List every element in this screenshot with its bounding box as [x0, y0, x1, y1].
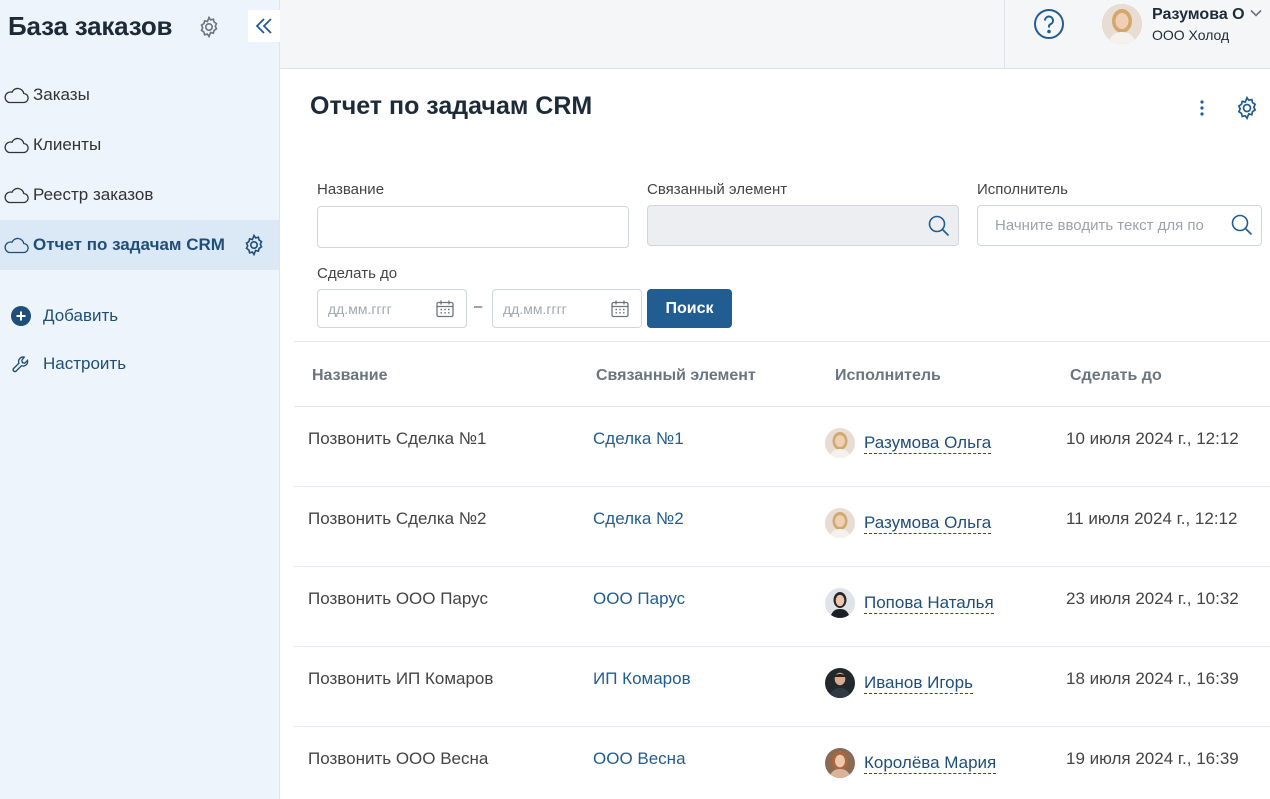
task-name[interactable]: Позвонить ООО Парус: [308, 589, 488, 609]
linked-filter-label: Связанный элемент: [647, 181, 788, 198]
avatar: [825, 588, 855, 618]
search-icon[interactable]: [1230, 213, 1254, 237]
assignee-link[interactable]: Иванов Игорь: [864, 673, 973, 694]
avatar: [825, 508, 855, 538]
avatar-image: [825, 748, 855, 778]
app-title: База заказов: [8, 11, 173, 41]
calendar-icon[interactable]: [610, 299, 630, 319]
chevron-down-icon[interactable]: [1249, 8, 1263, 18]
add-button[interactable]: Добавить: [0, 296, 279, 336]
task-name[interactable]: Позвонить ООО Весна: [308, 749, 488, 769]
user-company: ООО Холод: [1152, 27, 1230, 43]
search-button[interactable]: Поиск: [647, 289, 732, 328]
cloud-icon: [4, 137, 29, 154]
assignee-link[interactable]: Королёва Мария: [864, 753, 997, 774]
help-icon[interactable]: [1033, 8, 1065, 40]
gear-icon[interactable]: [1234, 95, 1260, 121]
column-header-assignee[interactable]: Исполнитель: [835, 367, 941, 385]
sidebar-item-order-registry[interactable]: Реестр заказов: [0, 170, 279, 220]
configure-label: Настроить: [43, 354, 127, 373]
task-name[interactable]: Позвонить ИП Комаров: [308, 669, 493, 689]
linked-element-link[interactable]: Сделка №1: [593, 429, 684, 449]
assignee-link[interactable]: Попова Наталья: [864, 593, 994, 614]
table-row[interactable]: Позвонить Сделка №2 Сделка №2 Разумова О…: [294, 487, 1270, 567]
avatar-image: [825, 428, 855, 458]
table-row[interactable]: Позвонить ИП Комаров ИП Комаров Иванов И…: [294, 647, 1270, 727]
table-row[interactable]: Позвонить Сделка №1 Сделка №1 Разумова О…: [294, 407, 1270, 487]
more-vertical-icon[interactable]: [1193, 96, 1211, 120]
user-avatar[interactable]: [1102, 4, 1142, 44]
sidebar-item-label: Клиенты: [33, 135, 102, 154]
date-from-input[interactable]: дд.мм.гггг: [317, 289, 467, 328]
task-name[interactable]: Позвонить Сделка №1: [308, 429, 487, 449]
avatar-image: [825, 668, 855, 698]
table-row[interactable]: Позвонить ООО Парус ООО Парус Попова Нат…: [294, 567, 1270, 647]
due-date: 10 июля 2024 г., 12:12: [1066, 429, 1239, 448]
sidebar-item-clients[interactable]: Клиенты: [0, 120, 279, 170]
cloud-icon: [4, 187, 29, 204]
linked-element-link[interactable]: ИП Комаров: [593, 669, 691, 689]
sidebar-header: База заказов: [0, 0, 280, 56]
due-date: 19 июля 2024 г., 16:39: [1066, 749, 1239, 768]
collapse-sidebar-button[interactable]: [248, 10, 280, 42]
gear-icon[interactable]: [197, 15, 221, 39]
linked-element-link[interactable]: ООО Весна: [593, 749, 686, 769]
sidebar-item-orders[interactable]: Заказы: [0, 70, 279, 120]
table-header: Название Связанный элемент Исполнитель С…: [294, 341, 1270, 407]
sidebar-item-crm-report[interactable]: Отчет по задачам CRM: [0, 220, 279, 270]
top-bar: Разумова О ООО Холод: [280, 0, 1270, 69]
name-filter-label: Название: [317, 181, 385, 198]
top-bar-divider: [1004, 0, 1005, 69]
due-date: 11 июля 2024 г., 12:12: [1066, 509, 1238, 528]
cloud-icon: [4, 87, 29, 104]
date-to-input[interactable]: дд.мм.гггг: [492, 289, 642, 328]
due-date: 18 июля 2024 г., 16:39: [1066, 669, 1239, 688]
avatar: [825, 428, 855, 458]
avatar-image: [825, 588, 855, 618]
date-to-placeholder: дд.мм.гггг: [503, 301, 567, 317]
user-name[interactable]: Разумова О: [1152, 6, 1245, 24]
sidebar-item-label: Отчет по задачам CRM: [33, 235, 225, 254]
column-header-linked[interactable]: Связанный элемент: [596, 367, 756, 385]
due-filter-label: Сделать до: [317, 265, 398, 282]
table-row[interactable]: Позвонить ООО Весна ООО Весна Королёва М…: [294, 727, 1270, 799]
page-title: Отчет по задачам CRM: [310, 92, 593, 120]
cloud-icon: [4, 237, 29, 254]
user-avatar-image: [1102, 4, 1142, 44]
sidebar-item-label: Заказы: [33, 85, 90, 104]
search-icon[interactable]: [927, 214, 951, 238]
avatar: [825, 668, 855, 698]
column-header-name[interactable]: Название: [312, 367, 388, 385]
calendar-icon[interactable]: [435, 299, 455, 319]
assignee-link[interactable]: Разумова Ольга: [864, 513, 992, 534]
avatar-image: [825, 508, 855, 538]
sidebar: База заказов Заказы Клиенты Реестр заказ…: [0, 0, 280, 799]
date-from-placeholder: дд.мм.гггг: [328, 301, 392, 317]
sidebar-item-label: Реестр заказов: [33, 185, 154, 204]
double-chevron-left-icon: [255, 18, 272, 34]
wrench-icon: [12, 356, 29, 373]
linked-element-link[interactable]: ООО Парус: [593, 589, 685, 609]
gear-icon[interactable]: [242, 233, 266, 257]
assignee-filter-input[interactable]: [977, 205, 1262, 246]
assignee-filter-label: Исполнитель: [977, 181, 1068, 198]
plus-circle-icon: [11, 306, 31, 326]
avatar: [825, 748, 855, 778]
configure-button[interactable]: Настроить: [0, 344, 279, 384]
column-header-due[interactable]: Сделать до: [1070, 367, 1162, 385]
add-label: Добавить: [43, 306, 119, 325]
assignee-link[interactable]: Разумова Ольга: [864, 433, 992, 454]
linked-filter-input[interactable]: [647, 205, 959, 246]
linked-element-link[interactable]: Сделка №2: [593, 509, 684, 529]
date-range-separator: –: [474, 298, 483, 315]
due-date: 23 июля 2024 г., 10:32: [1066, 589, 1239, 608]
name-filter-input[interactable]: [317, 206, 629, 248]
task-name[interactable]: Позвонить Сделка №2: [308, 509, 487, 529]
